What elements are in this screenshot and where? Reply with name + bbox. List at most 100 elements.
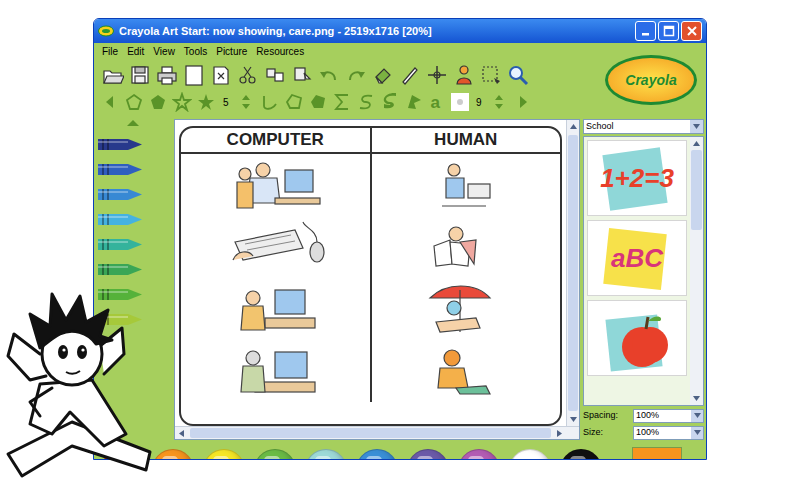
clear-icon[interactable] [210, 64, 232, 86]
current-color-swatch[interactable] [632, 447, 682, 460]
resource-thumbnail[interactable]: aBC [587, 220, 687, 296]
menu-item[interactable]: File [102, 44, 118, 59]
scroll-track[interactable] [690, 230, 703, 392]
text-tool-button[interactable]: a [428, 94, 443, 111]
palette-color[interactable] [254, 449, 296, 460]
menu-item[interactable]: View [153, 44, 175, 59]
scroll-thumb[interactable] [691, 150, 702, 230]
crayon-column [94, 117, 174, 442]
crayon[interactable] [98, 212, 144, 227]
star-filled-icon[interactable] [196, 92, 216, 112]
gloss [519, 456, 535, 460]
scroll-left-icon[interactable] [100, 92, 120, 112]
canvas-vertical-scrollbar[interactable] [566, 120, 579, 426]
crosshair-icon[interactable] [426, 64, 448, 86]
apple-illustration-icon [598, 307, 678, 373]
scroll-right-icon[interactable] [513, 92, 533, 112]
stamp-icon[interactable] [453, 64, 475, 86]
scroll-right-icon[interactable] [553, 427, 566, 439]
palette-color[interactable] [305, 449, 347, 460]
paste-icon[interactable] [291, 64, 313, 86]
human-illustration [372, 154, 561, 216]
maximize-icon[interactable] [658, 21, 679, 41]
menu-bar: File Edit View Tools Picture Resources [94, 43, 596, 60]
flag-filled-icon[interactable] [404, 92, 424, 112]
table-row [181, 278, 560, 340]
crayon[interactable] [98, 137, 144, 152]
dropdown-arrow-icon[interactable] [691, 410, 703, 422]
crayon[interactable] [98, 237, 144, 252]
dropdown-arrow-icon[interactable] [691, 427, 703, 439]
s-curve-outline-icon[interactable] [356, 92, 376, 112]
shape-outline-icon[interactable] [284, 92, 304, 112]
menu-item[interactable]: Tools [184, 44, 207, 59]
size-field[interactable]: 100% [633, 426, 704, 440]
save-icon[interactable] [129, 64, 151, 86]
palette-color[interactable] [356, 449, 398, 460]
eraser-icon[interactable] [372, 64, 394, 86]
human-illustration [372, 216, 561, 278]
scroll-up-icon[interactable] [690, 137, 703, 150]
dropdown-arrow-icon[interactable] [690, 120, 703, 133]
pentagon-filled-icon[interactable] [148, 92, 168, 112]
shape-filled-icon[interactable] [308, 92, 328, 112]
undo-icon[interactable] [318, 64, 340, 86]
crayon[interactable] [98, 287, 144, 302]
s-curve-filled-icon[interactable] [380, 92, 400, 112]
scroll-down-icon[interactable] [690, 392, 703, 405]
size-label: Size: [583, 426, 631, 440]
new-page-icon[interactable] [183, 64, 205, 86]
gloss [366, 456, 382, 460]
spacing-label: Spacing: [583, 409, 631, 423]
palette-color[interactable] [203, 449, 245, 460]
scissors-icon[interactable] [237, 64, 259, 86]
palette-color[interactable] [407, 449, 449, 460]
resource-thumbnail[interactable]: 1+2=3 [587, 140, 687, 216]
scroll-thumb[interactable] [568, 135, 578, 411]
palette-color[interactable] [152, 449, 194, 460]
brush-size-spinner-icon[interactable] [489, 92, 509, 112]
spacing-field[interactable]: 100% [633, 409, 704, 423]
thumbnail-scrollbar[interactable] [690, 137, 703, 405]
size-value: 100% [634, 426, 691, 440]
crayon[interactable] [98, 262, 144, 277]
resource-thumbnail[interactable] [587, 300, 687, 376]
print-icon[interactable] [156, 64, 178, 86]
scroll-up-icon[interactable] [567, 120, 579, 133]
palette-color[interactable] [560, 449, 602, 460]
human-illustration [372, 278, 561, 340]
star-outline-icon[interactable] [172, 92, 192, 112]
crayon[interactable] [98, 187, 144, 202]
crayon[interactable] [98, 162, 144, 177]
minimize-icon[interactable] [635, 21, 656, 41]
pen-icon[interactable] [399, 64, 421, 86]
sigma-outline-icon[interactable] [332, 92, 352, 112]
category-dropdown[interactable]: School [583, 119, 704, 134]
canvas-horizontal-scrollbar[interactable] [175, 426, 579, 439]
copy-icon[interactable] [264, 64, 286, 86]
scroll-thumb[interactable] [190, 428, 551, 438]
crayola-logo: Crayola [605, 55, 697, 105]
palette-color[interactable] [458, 449, 500, 460]
curve-outline-icon[interactable] [260, 92, 280, 112]
open-folder-icon[interactable] [102, 64, 124, 86]
drawing-canvas[interactable]: COMPUTERHUMAN [174, 119, 580, 440]
menu-item[interactable]: Edit [127, 44, 144, 59]
zoom-icon[interactable] [507, 64, 529, 86]
redo-icon[interactable] [345, 64, 367, 86]
crayon-scroll-up-icon[interactable] [98, 119, 168, 127]
palette-color[interactable] [509, 449, 551, 460]
pentagon-outline-icon[interactable] [124, 92, 144, 112]
close-icon[interactable] [681, 21, 702, 41]
scroll-down-icon[interactable] [567, 413, 579, 426]
menu-item[interactable]: Resources [256, 44, 304, 59]
logo-area: Crayola [596, 43, 706, 117]
mascot-boy-icon [0, 284, 170, 484]
line-width-spinner-icon[interactable] [236, 92, 256, 112]
select-icon[interactable] [480, 64, 502, 86]
table-row [181, 216, 560, 278]
table-row [181, 154, 560, 216]
menu-item[interactable]: Picture [216, 44, 247, 59]
scroll-left-icon[interactable] [175, 427, 188, 439]
canvas-content: COMPUTERHUMAN [175, 120, 566, 426]
